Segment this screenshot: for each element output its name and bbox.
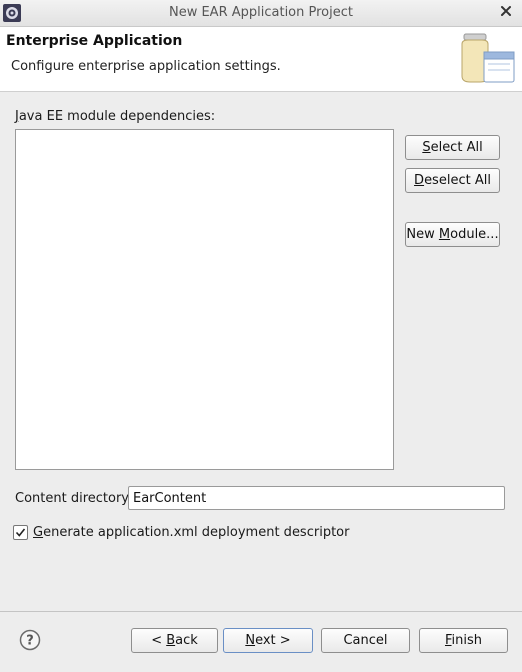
footer-separator xyxy=(0,611,522,612)
generate-descriptor-label[interactable]: Generate application.xml deployment desc… xyxy=(33,525,349,540)
svg-text:?: ? xyxy=(26,634,34,649)
close-icon[interactable] xyxy=(498,3,514,19)
module-dependencies-list[interactable] xyxy=(15,129,394,470)
page-title: Enterprise Application xyxy=(6,33,183,49)
content-directory-label: Content directory: xyxy=(15,491,133,506)
back-button[interactable]: < Back xyxy=(131,628,218,653)
window-title: New EAR Application Project xyxy=(168,5,353,20)
cancel-button[interactable]: Cancel xyxy=(321,628,410,653)
next-button[interactable]: Next > xyxy=(223,628,313,653)
wizard-header: Enterprise Application Configure enterpr… xyxy=(0,27,522,92)
jar-window-icon xyxy=(461,33,515,83)
finish-button[interactable]: Finish xyxy=(419,628,508,653)
title-bar: New EAR Application Project xyxy=(0,0,522,27)
content-directory-input[interactable] xyxy=(128,486,505,510)
checkmark-icon xyxy=(15,528,26,537)
generate-descriptor-checkbox[interactable] xyxy=(13,525,28,540)
module-dependencies-label: Java EE module dependencies: xyxy=(15,109,216,124)
select-all-button[interactable]: Select All xyxy=(405,135,500,160)
help-icon[interactable]: ? xyxy=(19,629,41,651)
new-module-button[interactable]: New Module... xyxy=(405,222,500,247)
deselect-all-button[interactable]: Deselect All xyxy=(405,168,500,193)
page-description: Configure enterprise application setting… xyxy=(11,59,281,74)
